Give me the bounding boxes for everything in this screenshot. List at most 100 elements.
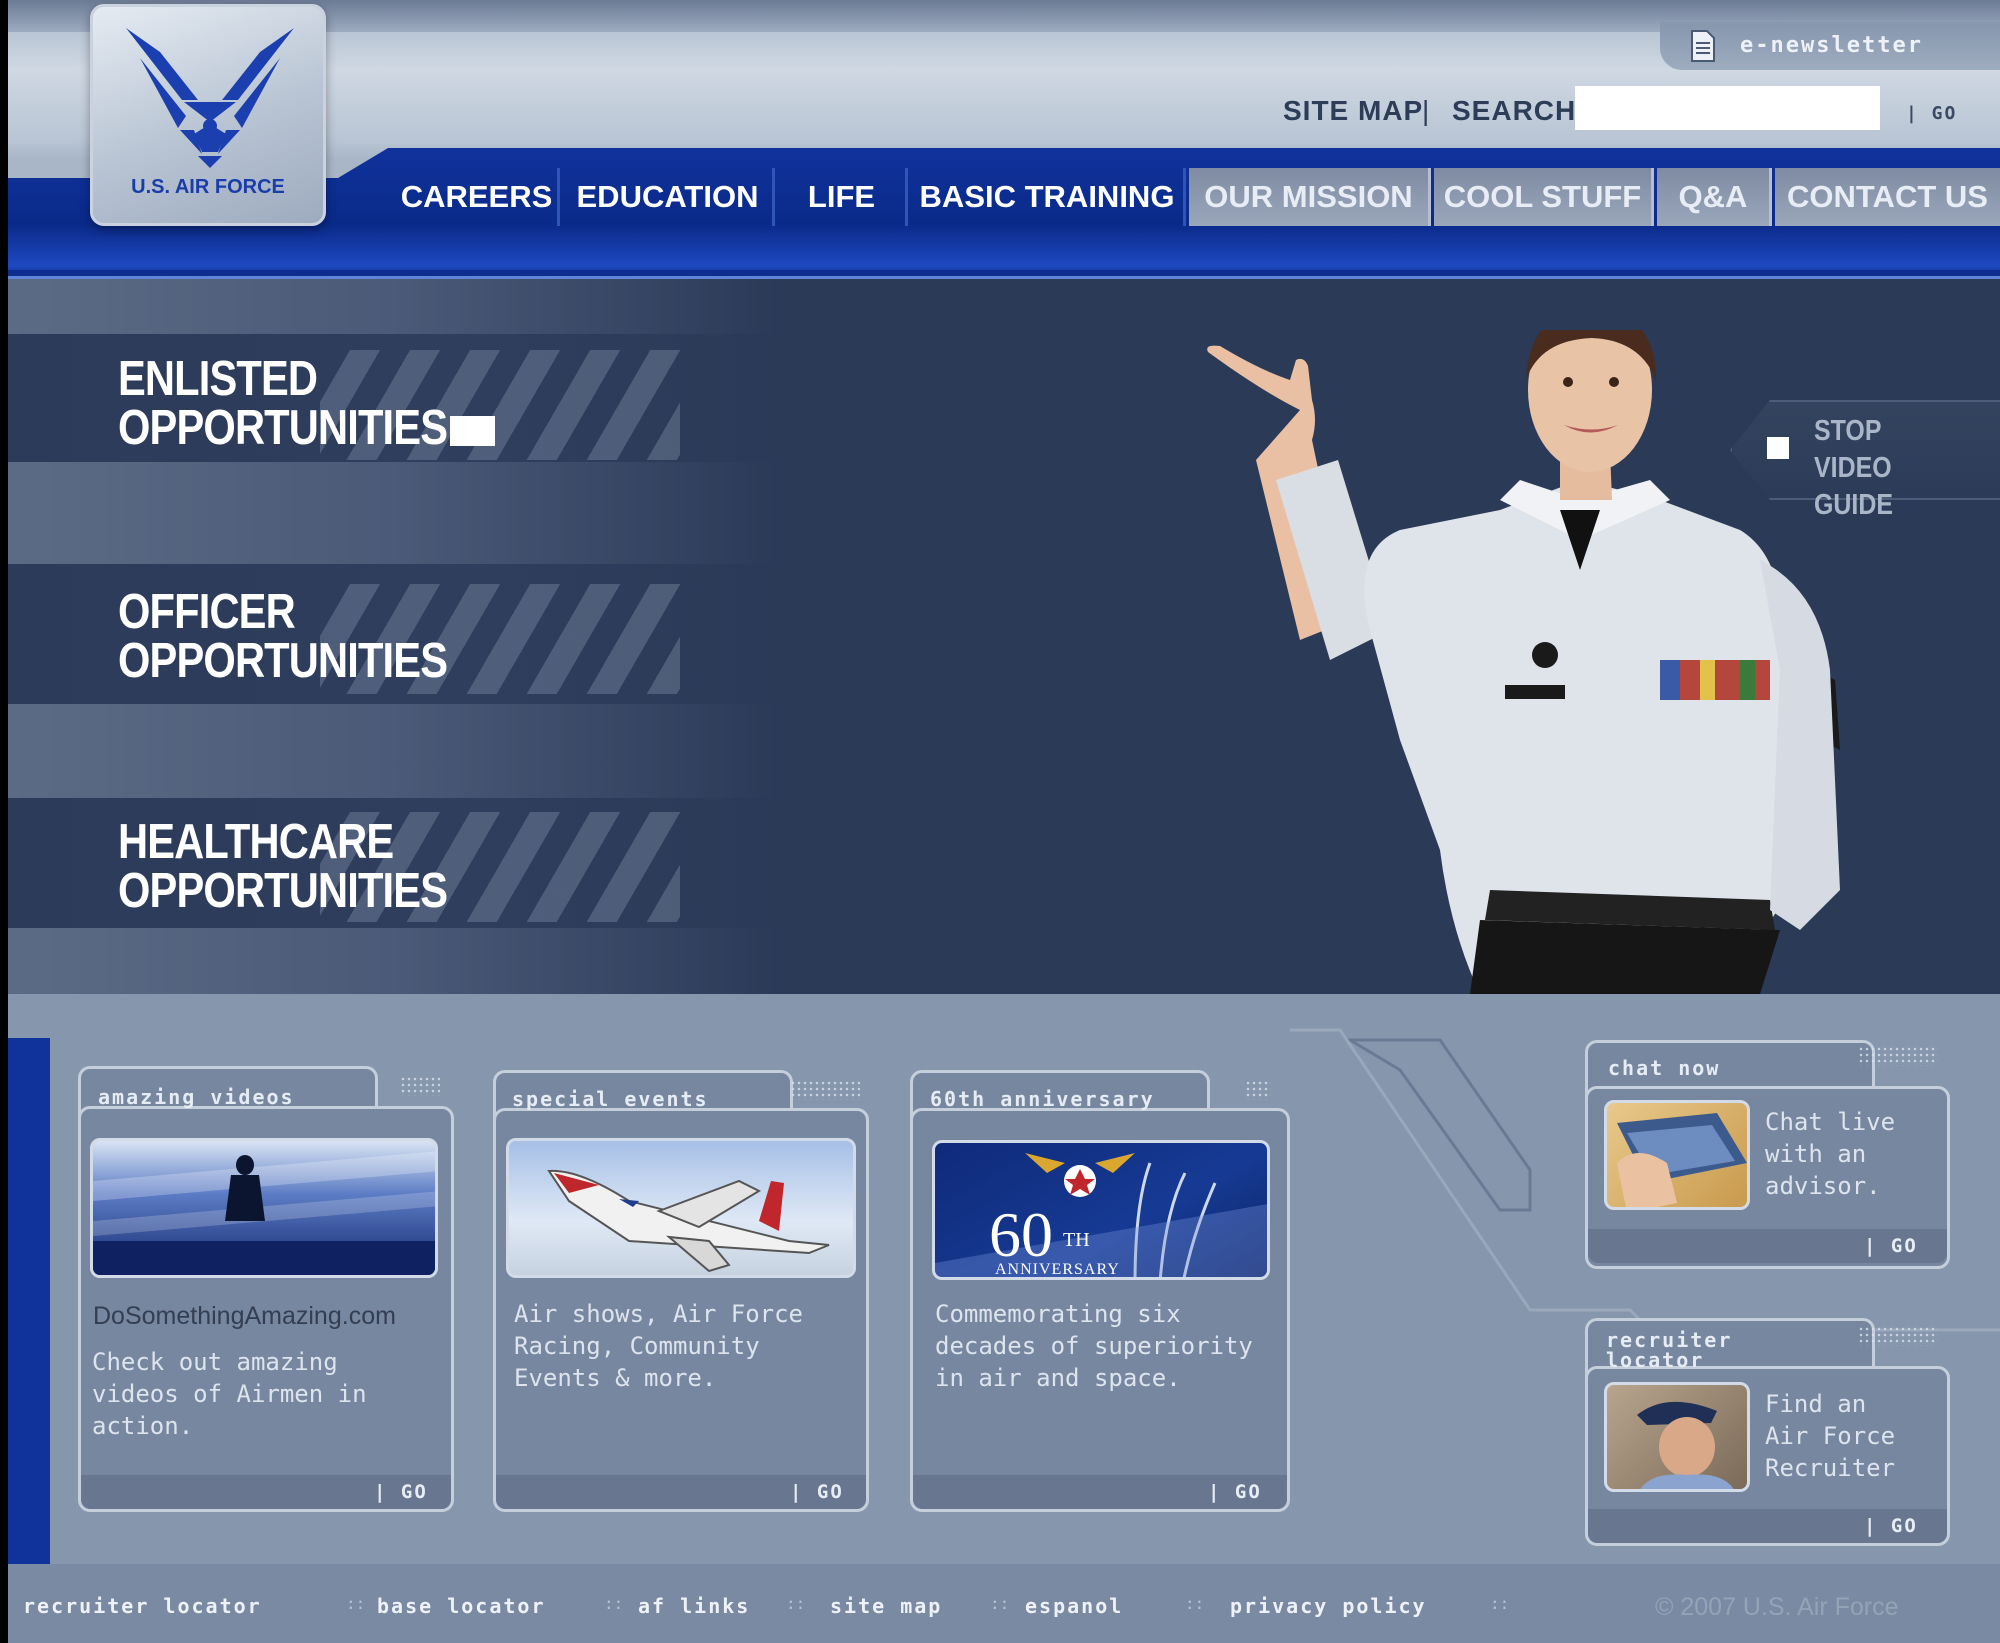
stop-label-line1: STOP xyxy=(1814,415,1882,447)
body-line: with an xyxy=(1765,1140,1867,1168)
body-line: in air and space. xyxy=(935,1364,1181,1392)
footer-separator: :: xyxy=(346,1594,366,1613)
enlisted-line2: OPPORTUNITIES xyxy=(118,401,448,455)
recruiter-image xyxy=(1637,1401,1734,1489)
amazing-videos-body: Check out amazing videos of Airmen in ac… xyxy=(92,1346,367,1442)
footer-separator: :: xyxy=(990,1594,1010,1613)
footer-recruiter-locator[interactable]: recruiter locator xyxy=(23,1594,262,1618)
logo-text: U.S. AIR FORCE xyxy=(131,176,285,198)
nav-qa[interactable]: Q&A xyxy=(1657,168,1772,226)
anniversary-suffix: TH xyxy=(1063,1229,1090,1251)
hero-band xyxy=(8,928,778,994)
search-go-button[interactable]: | GO xyxy=(1906,103,1957,124)
dots-decoration xyxy=(790,1080,860,1100)
air-force-wings-logo xyxy=(126,28,294,168)
anniversary-title: 60th anniversary xyxy=(930,1087,1155,1111)
copyright-text: © 2007 U.S. Air Force xyxy=(1655,1593,1899,1621)
anniversary-go-button[interactable]: | GO xyxy=(1208,1481,1262,1503)
selection-marker xyxy=(450,416,495,446)
title-line: locator xyxy=(1606,1348,1705,1372)
body-line: Chat live xyxy=(1765,1108,1896,1136)
nav-cool-stuff[interactable]: COOL STUFF xyxy=(1434,168,1654,226)
body-line: Recruiter xyxy=(1765,1454,1896,1482)
anniversary-number: 60 xyxy=(989,1199,1053,1270)
title-line: recruiter xyxy=(1606,1328,1733,1352)
body-line: decades of superiority xyxy=(935,1332,1253,1360)
do-something-amazing-link[interactable]: DoSomethingAmazing.com xyxy=(93,1302,396,1331)
anniversary-emblem xyxy=(935,1153,1267,1277)
chat-now-body: Chat live with an advisor. xyxy=(1765,1106,1895,1202)
header-separator: | xyxy=(1422,95,1430,126)
nav-life[interactable]: LIFE xyxy=(778,168,908,226)
keyboard-image xyxy=(1617,1113,1747,1207)
footer-privacy-policy[interactable]: privacy policy xyxy=(1230,1594,1427,1618)
body-line: Racing, Community xyxy=(514,1332,760,1360)
stop-video-guide-button[interactable]: STOP VIDEO GUIDE xyxy=(1814,413,1969,524)
body-line: Events & more. xyxy=(514,1364,717,1392)
healthcare-line2: OPPORTUNITIES xyxy=(118,864,448,918)
recruiter-locator-body: Find an Air Force Recruiter xyxy=(1765,1388,1895,1484)
body-line: action. xyxy=(92,1412,194,1440)
nav-contact-us[interactable]: CONTACT US xyxy=(1775,168,2000,226)
footer-separator: :: xyxy=(1490,1594,1510,1613)
search-input[interactable] xyxy=(1575,86,1880,130)
body-line: Commemorating six xyxy=(935,1300,1181,1328)
officer-line1: OFFICER xyxy=(118,585,296,639)
footer-separator: :: xyxy=(604,1594,624,1613)
footer-separator: :: xyxy=(1185,1594,1205,1613)
stop-label-line2: VIDEO GUIDE xyxy=(1814,452,1893,521)
recruiter-locator-title: recruiter locator xyxy=(1606,1330,1732,1370)
e-newsletter-link[interactable]: e-newsletter xyxy=(1740,33,1923,58)
nav-our-mission[interactable]: OUR MISSION xyxy=(1189,168,1431,226)
special-events-title: special events xyxy=(512,1087,709,1111)
enlisted-opportunities-link[interactable]: ENLISTED OPPORTUNITIES xyxy=(118,352,448,455)
special-events-thumbnail[interactable] xyxy=(506,1138,856,1278)
chat-thumbnail[interactable] xyxy=(1604,1100,1750,1210)
footer-separator: :: xyxy=(786,1594,806,1613)
amazing-videos-go-button[interactable]: | GO xyxy=(374,1481,428,1503)
search-label: SEARCH xyxy=(1452,95,1577,126)
nav-careers[interactable]: CAREERS xyxy=(396,168,560,226)
nav-basic-training[interactable]: BASIC TRAINING xyxy=(911,168,1186,226)
amazing-videos-thumbnail[interactable] xyxy=(90,1138,438,1278)
jet-image xyxy=(547,1169,830,1273)
body-line: Air shows, Air Force xyxy=(514,1300,803,1328)
anniversary-thumbnail[interactable]: 60 TH ANNIVERSARY xyxy=(932,1140,1270,1280)
hero-band xyxy=(8,704,778,798)
enlisted-line1: ENLISTED xyxy=(118,352,318,406)
left-rail xyxy=(8,1038,50,1564)
special-events-body: Air shows, Air Force Racing, Community E… xyxy=(514,1298,803,1394)
hero-band xyxy=(8,462,778,564)
footer-espanol[interactable]: espanol xyxy=(1025,1594,1123,1618)
site-map-link[interactable]: SITE MAP xyxy=(1283,95,1423,127)
dots-decoration xyxy=(400,1076,440,1096)
footer-af-links[interactable]: af links xyxy=(638,1594,750,1618)
body-line: videos of Airmen in xyxy=(92,1380,367,1408)
silhouette-image xyxy=(93,1151,435,1275)
officer-line2: OPPORTUNITIES xyxy=(118,634,448,688)
dots-decoration xyxy=(1858,1046,1938,1066)
amazing-videos-title: amazing videos xyxy=(98,1085,295,1109)
recruiter-thumbnail[interactable] xyxy=(1604,1382,1750,1492)
healthcare-line1: HEALTHCARE xyxy=(118,815,394,869)
nav-education[interactable]: EDUCATION xyxy=(563,168,775,226)
recruiter-locator-go-button[interactable]: | GO xyxy=(1864,1515,1918,1537)
healthcare-opportunities-link[interactable]: HEALTHCARE OPPORTUNITIES xyxy=(118,815,448,918)
body-line: advisor. xyxy=(1765,1172,1881,1200)
anniversary-label: ANNIVERSARY xyxy=(995,1261,1120,1278)
footer-site-map[interactable]: site map xyxy=(830,1594,942,1618)
dots-decoration xyxy=(1245,1080,1271,1100)
hero-band xyxy=(8,279,778,334)
chat-now-go-button[interactable]: | GO xyxy=(1864,1235,1918,1257)
body-line: Air Force xyxy=(1765,1422,1896,1450)
officer-opportunities-link[interactable]: OFFICER OPPORTUNITIES xyxy=(118,585,448,688)
body-line: Check out amazing xyxy=(92,1348,338,1376)
stop-icon[interactable] xyxy=(1767,437,1789,459)
dots-decoration xyxy=(1858,1326,1938,1346)
document-icon[interactable] xyxy=(1690,30,1716,62)
special-events-go-button[interactable]: | GO xyxy=(790,1481,844,1503)
anniversary-body: Commemorating six decades of superiority… xyxy=(935,1298,1253,1394)
chat-now-title: chat now xyxy=(1608,1056,1721,1080)
footer-base-locator[interactable]: base locator xyxy=(377,1594,546,1618)
body-line: Find an xyxy=(1765,1390,1867,1418)
